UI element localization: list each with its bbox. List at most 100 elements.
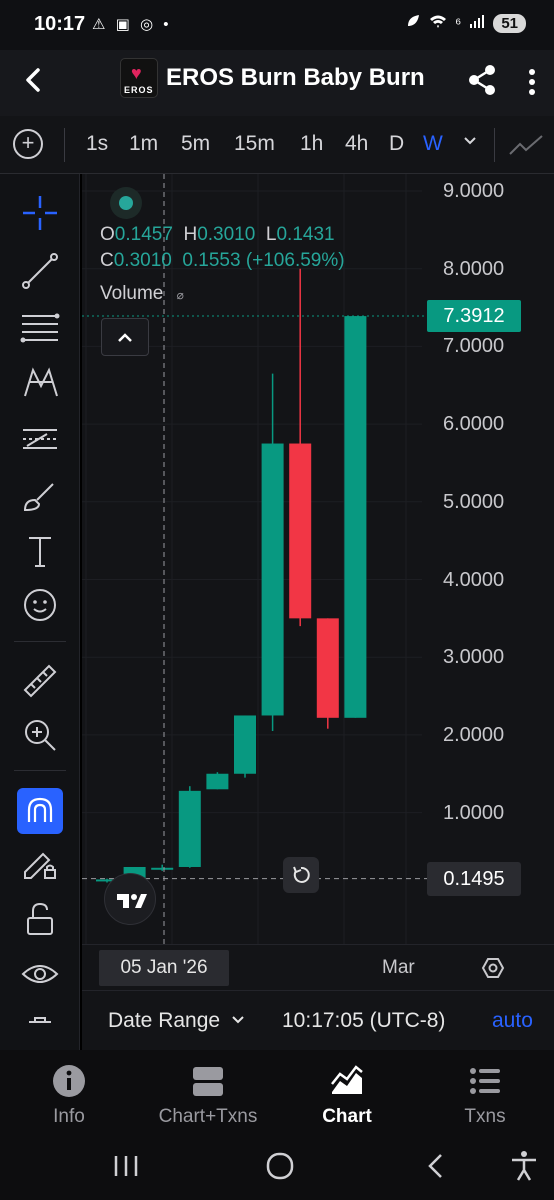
more-vert-icon <box>529 69 535 95</box>
interval-1m[interactable]: 1m <box>129 132 158 156</box>
emoji-tool[interactable] <box>17 582 63 628</box>
measure-tool[interactable] <box>17 658 63 704</box>
signal-icon <box>469 13 485 33</box>
trend-line-tool[interactable] <box>17 248 63 294</box>
interval-1s[interactable]: 1s <box>86 132 108 156</box>
price-axis-label: 8.0000 <box>443 257 505 280</box>
share-button[interactable] <box>464 62 500 98</box>
unlock-tool[interactable] <box>17 896 63 942</box>
interval-dropdown-icon[interactable] <box>462 132 478 153</box>
status-dot-icon <box>119 196 133 210</box>
home-button[interactable] <box>260 1146 300 1186</box>
heart-icon: ♥ <box>131 63 142 83</box>
tradingview-logo[interactable] <box>104 873 156 925</box>
accessibility-button[interactable] <box>504 1146 544 1186</box>
plus-icon: + <box>21 130 35 155</box>
toolbar-divider <box>14 641 66 642</box>
last-price-tag: 7.3912 <box>427 300 521 332</box>
tab-chart-txns-label: Chart+Txns <box>158 1106 258 1127</box>
brush-tool[interactable] <box>17 472 63 518</box>
tab-info-label: Info <box>53 1106 85 1127</box>
pattern-tool[interactable] <box>17 360 63 406</box>
interval-5m[interactable]: 5m <box>181 132 210 156</box>
refresh-icon <box>293 866 310 883</box>
interval-1h[interactable]: 1h <box>300 132 323 156</box>
reset-chart-button[interactable] <box>283 857 319 893</box>
notification-icons: ⚠ ▣ ◎ • <box>92 16 172 33</box>
interval-4h[interactable]: 4h <box>345 132 368 156</box>
back-button[interactable] <box>16 62 52 98</box>
home-icon <box>266 1152 294 1180</box>
low-value: 0.1431 <box>276 224 335 245</box>
candle-body <box>316 618 339 718</box>
share-icon <box>469 65 495 95</box>
collapse-legend-button[interactable] <box>101 318 149 356</box>
time-axis[interactable]: 05 Jan '26 Mar <box>82 944 554 990</box>
candle-body <box>206 773 229 790</box>
visibility-tool[interactable] <box>17 952 63 998</box>
chart-settings-icon[interactable] <box>480 955 506 981</box>
interval-15m[interactable]: 15m <box>234 132 275 156</box>
zoom-tool[interactable] <box>17 712 63 758</box>
fib-tool[interactable] <box>17 304 63 350</box>
ohlc-legend-row2: C0.3010 0.1553 (+106.59%) <box>100 250 345 272</box>
toolbar-divider <box>494 128 495 162</box>
crosshair-date-tag: 05 Jan '26 <box>99 950 229 986</box>
price-axis-label: 4.0000 <box>443 568 505 591</box>
price-axis-label: 1.0000 <box>443 801 505 824</box>
add-indicator-button[interactable]: + <box>13 129 43 159</box>
price-axis-label: 5.0000 <box>443 490 505 513</box>
interval-d[interactable]: D <box>389 132 404 156</box>
status-right: ⁶ 51 <box>405 13 526 33</box>
lock-drawings-tool[interactable] <box>17 840 63 886</box>
battery-indicator: 51 <box>493 13 526 33</box>
change-value: 0.1553 (+106.59%) <box>182 250 345 271</box>
crosshair-price-tag: 0.1495 <box>427 862 521 896</box>
recent-apps-button[interactable] <box>106 1146 146 1186</box>
delete-tool[interactable] <box>17 1008 63 1054</box>
candle-body <box>344 316 367 718</box>
chart-type-icon[interactable] <box>508 132 544 163</box>
trash-icon <box>29 1017 51 1023</box>
volume-legend[interactable]: Volume ⌀ <box>100 283 184 305</box>
chevron-up-icon <box>118 333 132 342</box>
logo-text: EROS <box>124 85 154 95</box>
brush-icon <box>23 483 54 512</box>
auto-scale-button[interactable]: auto <box>492 1009 533 1033</box>
text-tool[interactable] <box>17 528 63 574</box>
low-label: L <box>265 224 277 245</box>
timezone-clock[interactable]: 10:17:05 (UTC-8) <box>282 1009 445 1033</box>
zoom-in-icon <box>25 720 56 751</box>
crosshair-tool[interactable] <box>17 190 63 236</box>
back-nav-button[interactable] <box>416 1146 456 1186</box>
candle-body <box>261 443 284 716</box>
tab-txns[interactable]: Txns <box>424 1050 546 1136</box>
toolbar-divider <box>14 770 66 771</box>
tab-info[interactable]: Info <box>8 1050 130 1136</box>
tab-chart-txns[interactable]: Chart+Txns <box>140 1050 276 1136</box>
date-range-button[interactable]: Date Range <box>108 1009 246 1033</box>
projection-tool[interactable] <box>17 416 63 462</box>
chart-txns-icon <box>193 1067 223 1096</box>
smiley-icon <box>24 589 56 621</box>
price-axis-label: 9.0000 <box>443 180 505 202</box>
back-arrow-icon <box>428 1154 442 1178</box>
volume-label: Volume <box>100 283 164 304</box>
candle-body <box>234 715 256 774</box>
hidden-icon: ⌀ <box>176 288 184 302</box>
magnet-tool[interactable] <box>17 788 63 834</box>
interval-toolbar: + 1s 1m 5m 15m 1h 4h D W <box>0 116 554 174</box>
tab-chart[interactable]: Chart <box>286 1050 408 1136</box>
price-axis-label: 2.0000 <box>443 723 505 746</box>
tab-chart-label: Chart <box>322 1106 372 1127</box>
system-nav-bar <box>0 1136 554 1200</box>
horizontal-lines-icon <box>20 313 60 343</box>
more-options-button[interactable] <box>518 64 546 100</box>
info-icon <box>53 1065 85 1097</box>
status-bar: 10:17 ⚠ ▣ ◎ • ⁶ 51 <box>0 0 554 50</box>
price-axis-label: 6.0000 <box>443 413 505 436</box>
drawing-toolbar: ‹ <box>0 174 86 1140</box>
status-time: 10:17 <box>34 13 86 35</box>
status-dot-button[interactable] <box>110 187 142 219</box>
interval-w[interactable]: W <box>423 132 443 156</box>
